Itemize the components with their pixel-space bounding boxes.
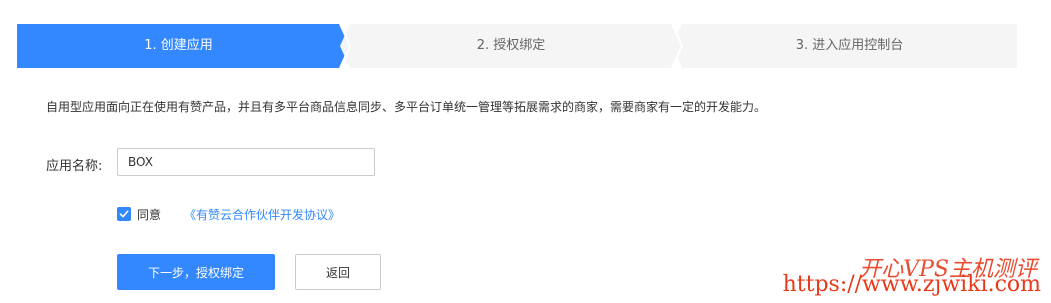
- agree-checkbox[interactable]: [117, 207, 131, 221]
- watermark-script: 开心VPS主机测评: [859, 251, 1037, 283]
- step-3-label: 3. 进入应用控制台: [795, 38, 904, 53]
- check-icon: [119, 210, 129, 218]
- app-type-description: 自用型应用面向正在使用有赞产品，并且有多平台商品信息同步、多平台订单统一管理等拓…: [46, 100, 767, 114]
- step-2-label: 2. 授权绑定: [476, 38, 546, 53]
- watermark-script-text: 开心VPS主机测评: [859, 257, 1037, 282]
- app-name-input[interactable]: [117, 148, 375, 176]
- agree-label: 同意: [137, 207, 162, 222]
- next-authorize-bind-button[interactable]: 下一步，授权绑定: [117, 254, 275, 290]
- agreement-row: 同意 《有赞云合作伙伴开发协议》: [117, 206, 340, 222]
- step-1-label: 1. 创建应用: [144, 38, 213, 53]
- app-name-label: 应用名称:: [46, 159, 103, 174]
- back-button[interactable]: 返回: [295, 254, 381, 290]
- step-progress-bar: 1. 创建应用 2. 授权绑定 3. 进入应用控制台: [17, 24, 1017, 68]
- partner-agreement-link[interactable]: 《有赞云合作伙伴开发协议》: [184, 206, 340, 223]
